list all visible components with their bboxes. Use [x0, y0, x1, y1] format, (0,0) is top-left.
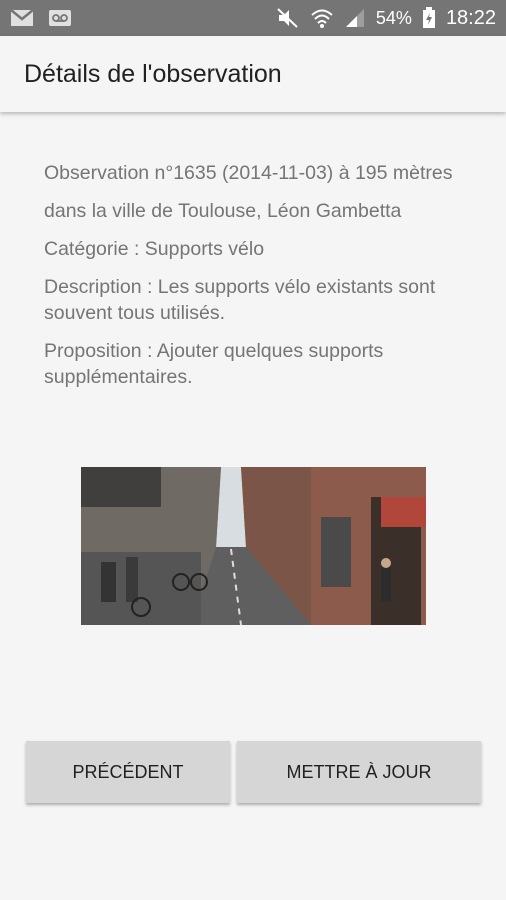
city-line: dans la ville de Toulouse, Léon Gambetta	[44, 200, 402, 222]
gmail-icon	[10, 9, 34, 26]
signal-icon	[345, 9, 364, 27]
mute-icon	[277, 8, 298, 28]
proposition-line: Proposition : Ajouter quelques supports …	[44, 340, 384, 388]
observation-details: Observation n°1635 (2014-11-03) à 195 mè…	[44, 160, 474, 402]
battery-percent: 54%	[375, 7, 412, 28]
voicemail-icon	[49, 10, 71, 26]
status-bar: 54% 18:22	[0, 0, 506, 36]
description-line: Description : Les supports vélo existant…	[44, 276, 436, 324]
street-view-photo	[81, 467, 426, 625]
observation-line: Observation n°1635 (2014-11-03) à 195 mè…	[44, 162, 453, 184]
update-button[interactable]: METTRE À JOUR	[237, 741, 481, 803]
app-bar: Détails de l'observation	[0, 36, 506, 112]
clock: 18:22	[445, 6, 496, 29]
page-title: Détails de l'observation	[24, 60, 282, 88]
battery-charging-icon	[422, 7, 435, 28]
previous-button[interactable]: PRÉCÉDENT	[26, 741, 230, 803]
category-line: Catégorie : Supports vélo	[44, 238, 265, 260]
wifi-icon	[311, 9, 333, 28]
